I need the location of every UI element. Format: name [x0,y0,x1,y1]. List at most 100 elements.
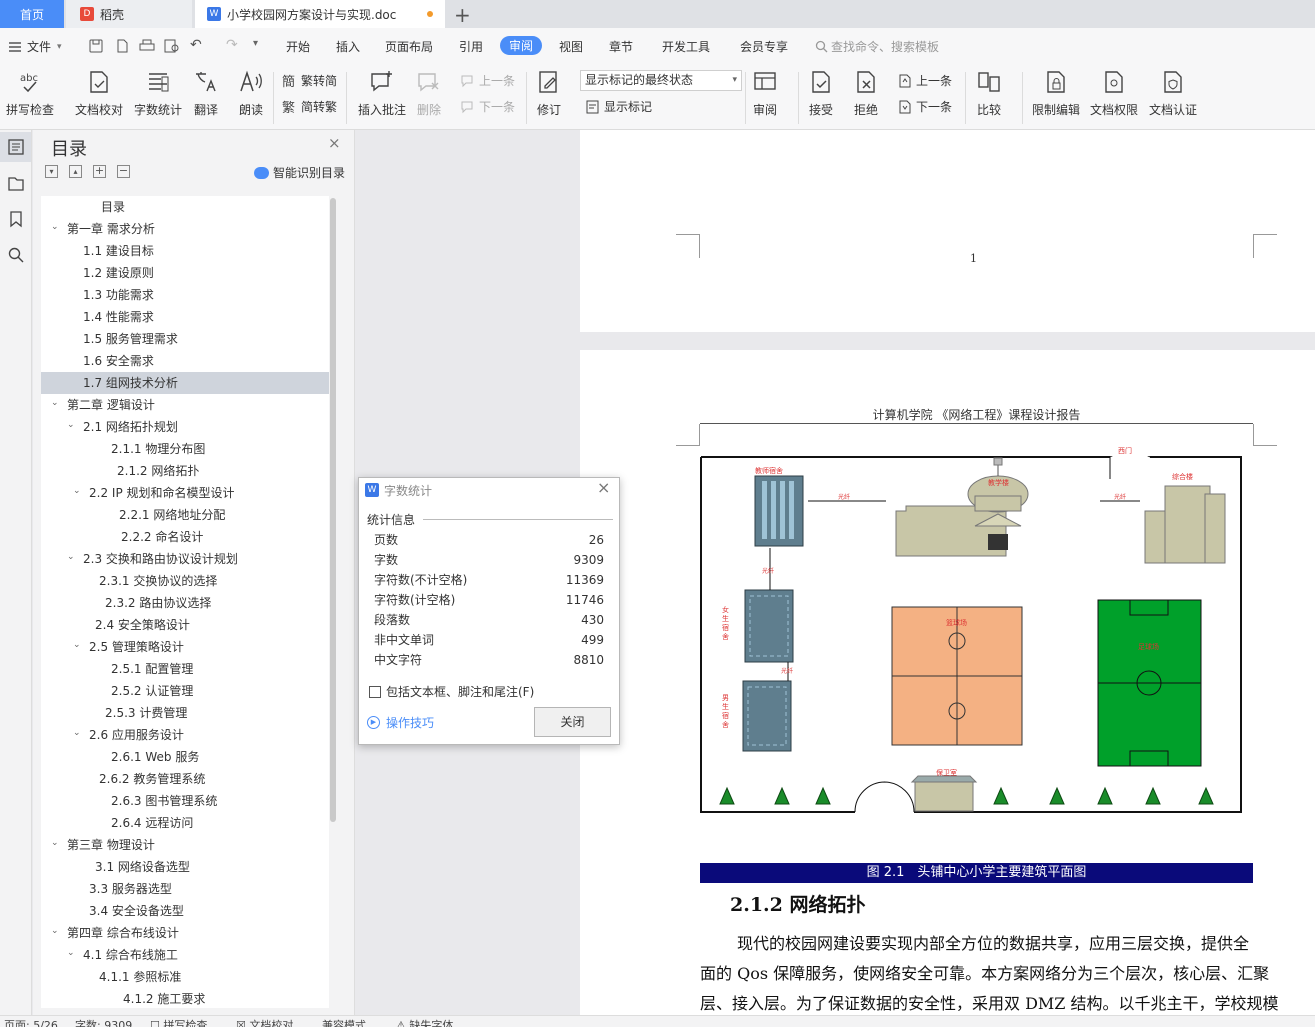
toc-item[interactable]: 2.5.2 认证管理 [41,680,329,702]
collapse-up-icon[interactable]: ▴ [69,165,82,178]
toc-item[interactable]: 1.5 服务管理需求 [41,328,329,350]
menu-insert[interactable]: 插入 [336,38,360,55]
toc-item[interactable]: 1.1 建设目标 [41,240,329,262]
status-spell-check[interactable]: ☐ 拼写检查 [150,1017,207,1027]
reject-button[interactable]: 拒绝 [853,69,879,118]
expand-all-icon[interactable]: + [93,165,106,178]
menu-dev-tools[interactable]: 开发工具 [662,38,710,55]
toc-item[interactable]: ⌄ 第二章 逻辑设计 [41,394,329,416]
menu-review[interactable]: 审阅 [500,36,543,55]
smart-toc-button[interactable]: 智能识别目录 [254,164,345,181]
find-icon[interactable] [7,246,25,264]
toc-item[interactable]: 2.6.4 远程访问 [41,812,329,834]
toc-item[interactable]: 4.1.2 施工要求 [41,988,329,1008]
toc-item[interactable]: 2.3.2 路由协议选择 [41,592,329,614]
read-aloud-button[interactable]: 朗读 [238,69,264,118]
toc-item[interactable]: 1.3 功能需求 [41,284,329,306]
chevron-down-icon[interactable]: ⌄ [67,546,75,568]
status-proofread[interactable]: ☒ 文档校对 [236,1017,293,1027]
translate-button[interactable]: 翻译 [193,69,219,118]
collapse-all-icon[interactable]: − [117,165,130,178]
chevron-down-icon[interactable]: ⌄ [51,832,59,854]
status-word-count[interactable]: 字数: 9309 [75,1017,132,1027]
toc-item[interactable]: 2.5.3 计费管理 [41,702,329,724]
toc-item[interactable]: ⌄ 2.1 网络拓扑规划 [41,416,329,438]
toc-item[interactable]: 2.4 安全策略设计 [41,614,329,636]
toc-item[interactable]: ⌄ 第一章 需求分析 [41,218,329,240]
chevron-down-icon[interactable]: ⌄ [67,414,75,436]
next-comment-button[interactable]: 下一条 [460,98,515,115]
delete-comment-button[interactable]: 删除 [416,69,442,118]
toc-scrollbar[interactable] [330,198,336,822]
chevron-down-icon[interactable]: ⌄ [73,480,81,502]
toc-item[interactable]: 2.5.1 配置管理 [41,658,329,680]
print-preview-icon[interactable] [164,39,180,53]
toc-item[interactable]: 2.6.3 图书管理系统 [41,790,329,812]
menu-page-layout[interactable]: 页面布局 [385,38,433,55]
insert-comment-button[interactable]: 插入批注 [358,69,406,118]
word-count-button[interactable]: 字数统计 [134,69,182,118]
tab-document[interactable]: W 小学校园网方案设计与实现.doc [195,0,445,28]
tab-daoke[interactable]: D 稻壳 [66,0,192,28]
toc-item[interactable]: ⌄ 2.5 管理策略设计 [41,636,329,658]
close-icon[interactable]: × [328,134,341,152]
menu-sections[interactable]: 章节 [609,38,633,55]
close-button[interactable]: 关闭 [534,707,611,737]
toc-item[interactable]: ⌄ 第四章 综合布线设计 [41,922,329,944]
toc-item[interactable]: 1.7 组网技术分析 [41,372,329,394]
prev-comment-button[interactable]: 上一条 [460,72,515,89]
toc-item[interactable]: 1.2 建设原则 [41,262,329,284]
toc-item[interactable]: 3.3 服务器选型 [41,878,329,900]
chevron-down-icon[interactable]: ⌄ [51,392,59,414]
expand-down-icon[interactable]: ▾ [45,165,58,178]
chevron-down-icon[interactable]: ⌄ [51,216,59,238]
include-textbox-checkbox[interactable]: 包括文本框、脚注和尾注(F) [369,683,534,700]
quick-access-more-icon[interactable]: ▾ [253,38,258,49]
toc-item[interactable]: 4.1.1 参照标准 [41,966,329,988]
toc-item[interactable]: ⌄ 2.6 应用服务设计 [41,724,329,746]
doc-certify-button[interactable]: 文档认证 [1149,69,1197,118]
toc-item[interactable]: 3.1 网络设备选型 [41,856,329,878]
to-traditional-button[interactable]: 簡 繁转简 [282,72,337,89]
menu-references[interactable]: 引用 [459,38,483,55]
tab-home[interactable]: 首页 [0,0,64,28]
toc-item[interactable]: 2.2.1 网络地址分配 [41,504,329,526]
toc-item[interactable]: 2.6.1 Web 服务 [41,746,329,768]
toc-item[interactable]: 1.6 安全需求 [41,350,329,372]
toc-item[interactable]: 2.1.1 物理分布图 [41,438,329,460]
undo-icon[interactable]: ↶ [190,37,202,53]
track-changes-button[interactable]: 修订 [536,69,562,118]
redo-icon[interactable]: ↷ [226,37,238,53]
show-markup-button[interactable]: 显示标记 [585,98,652,115]
print-icon[interactable] [139,39,155,53]
chevron-down-icon[interactable]: ⌄ [67,942,75,964]
proofread-button[interactable]: 文档校对 [75,69,123,118]
review-pane-button[interactable]: 审阅 [752,69,778,118]
tips-link[interactable]: ▶ 操作技巧 [367,714,434,731]
command-search[interactable]: 查找命令、搜索模板 [815,38,939,55]
toc-item-heading[interactable]: 目录 [41,196,329,218]
status-page[interactable]: 页面: 5/26 [4,1017,58,1027]
doc-permission-button[interactable]: 文档权限 [1090,69,1138,118]
menu-member[interactable]: 会员专享 [740,38,788,55]
next-change-button[interactable]: 下一条 [897,98,952,115]
spell-check-button[interactable]: abc 拼写检查 [6,69,54,118]
export-pdf-icon[interactable] [115,39,129,53]
menu-start[interactable]: 开始 [286,38,310,55]
to-simplified-button[interactable]: 繁 简转繁 [282,98,337,115]
toc-panel-icon[interactable] [7,138,25,156]
chevron-down-icon[interactable]: ⌄ [51,920,59,942]
toc-item[interactable]: 3.4 安全设备选型 [41,900,329,922]
toc-item[interactable]: ⌄ 第三章 物理设计 [41,834,329,856]
chevron-down-icon[interactable]: ⌄ [73,634,81,656]
toc-item[interactable]: ⌄ 4.1 综合布线施工 [41,944,329,966]
toc-item[interactable]: ⌄ 2.2 IP 规划和命名模型设计 [41,482,329,504]
toc-item[interactable]: ⌄ 2.3 交换和路由协议设计规划 [41,548,329,570]
save-icon[interactable] [89,39,103,53]
compare-button[interactable]: 比较 [976,69,1002,118]
chevron-down-icon[interactable]: ⌄ [73,722,81,744]
status-missing-font[interactable]: ⚠ 缺失字体 [396,1017,453,1027]
toc-item[interactable]: 2.3.1 交换协议的选择 [41,570,329,592]
prev-change-button[interactable]: 上一条 [897,72,952,89]
restrict-editing-button[interactable]: 限制编辑 [1032,69,1080,118]
